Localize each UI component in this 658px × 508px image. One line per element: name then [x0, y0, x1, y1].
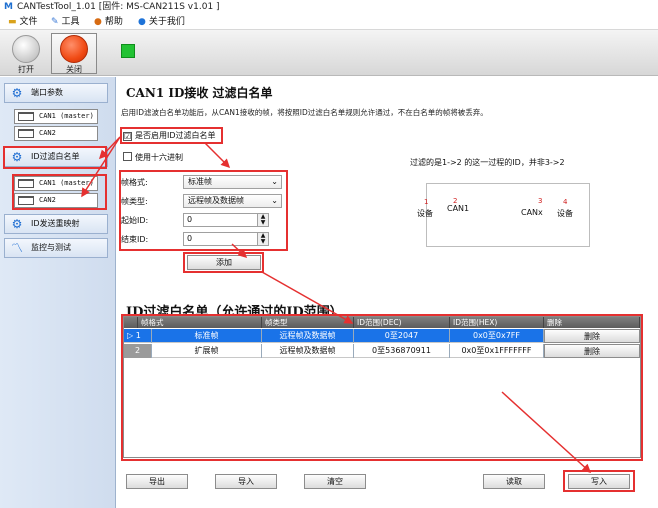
- menu-file[interactable]: ▬ 文件: [8, 14, 38, 30]
- add-button[interactable]: 添加: [187, 255, 261, 270]
- end-id-spinner[interactable]: 0 ▲ ▼: [183, 232, 269, 246]
- frame-format-select[interactable]: 标准帧 ⌄: [183, 175, 282, 189]
- menu-tools[interactable]: ✎ 工具: [51, 14, 80, 30]
- start-id-spinner[interactable]: 0 ▲ ▼: [183, 213, 269, 227]
- app-logo: M: [4, 2, 13, 12]
- menu-help[interactable]: ● 帮助: [94, 14, 123, 30]
- column-header-delete: 删除: [544, 317, 640, 328]
- sidebar-subitem-can1-master-filter[interactable]: CAN1 (master): [14, 176, 98, 191]
- chevron-down-icon: ⌄: [271, 177, 278, 186]
- diagram-number-1: 1: [424, 198, 429, 206]
- sidebar-item-port-params[interactable]: ⚙ 端口参数: [4, 83, 108, 103]
- open-icon: [12, 35, 40, 63]
- can-flow-diagram: 1 设备 2 CAN1 3 CANx 4 设备: [417, 183, 590, 247]
- row-index: ▷ 1: [124, 329, 152, 343]
- diagram-device-left: 设备: [417, 209, 433, 218]
- read-button[interactable]: 读取: [483, 474, 545, 489]
- sidebar-subitem-can1-master[interactable]: CAN1 (master): [14, 109, 98, 124]
- frame-type-label: 帧类型:: [121, 197, 148, 206]
- diagram-caption: 过滤的是1->2 的这一过程的ID，并非3->2: [410, 158, 565, 167]
- column-header-format: 帧格式: [138, 317, 262, 328]
- window-title-bar: M CANTestTool_1.01 [固件: MS-CAN211S v1.01 …: [0, 0, 658, 14]
- checkbox-checked-icon: ☑: [123, 132, 132, 141]
- frame-format-label: 帧格式:: [121, 178, 148, 187]
- row-hex-range: 0x0至0x7FF: [450, 329, 544, 343]
- tools-icon: ✎: [51, 17, 59, 27]
- sidebar-item-id-whitelist[interactable]: ⚙ ID过滤白名单: [4, 147, 108, 167]
- export-button[interactable]: 导出: [126, 474, 188, 489]
- connection-status-indicator: [121, 44, 135, 58]
- sidebar-subitem-can2-filter[interactable]: CAN2: [14, 193, 98, 208]
- table-row[interactable]: 2 扩展帧 远程帧及数据帧 0至536870911 0x0至0x1FFFFFFF…: [124, 344, 640, 358]
- device-icon: [18, 112, 34, 121]
- enable-filter-checkbox[interactable]: ☑ 是否启用ID过滤白名单: [123, 130, 216, 142]
- chart-icon: 〽: [10, 241, 23, 255]
- row-dec-range: 0至536870911: [354, 344, 450, 358]
- page-description: 启用ID滤波白名单功能后，从CAN1接收的帧，将按照ID过滤白名单规则允许通过，…: [121, 108, 488, 117]
- frame-type-select[interactable]: 远程帧及数据帧 ⌄: [183, 194, 282, 208]
- hex-checkbox[interactable]: 使用十六进制: [123, 152, 183, 164]
- diagram-device-right: 设备: [557, 209, 573, 218]
- help-icon: ●: [94, 17, 102, 27]
- row-index: 2: [124, 344, 152, 358]
- sidebar-item-monitor[interactable]: 〽监控与测试: [4, 238, 108, 258]
- open-button[interactable]: 打开: [3, 33, 49, 74]
- device-icon: [18, 196, 34, 205]
- menu-about[interactable]: ● 关于我们: [138, 14, 185, 30]
- table-row[interactable]: ▷ 1 标准帧 远程帧及数据帧 0至2047 0x0至0x7FF 删除: [124, 329, 640, 343]
- diagram-can1: CAN1: [447, 204, 470, 213]
- column-header-hex: ID范围(HEX): [450, 317, 544, 328]
- diagram-number-3: 3: [538, 197, 543, 205]
- row-format: 标准帧: [152, 329, 262, 343]
- row-dec-range: 0至2047: [354, 329, 450, 343]
- folder-icon: ▬: [8, 17, 17, 27]
- diagram-number-4: 4: [563, 198, 568, 206]
- checkbox-unchecked-icon: [123, 152, 132, 161]
- gear-icon: ⚙: [11, 217, 23, 231]
- delete-row-button[interactable]: 删除: [544, 329, 640, 343]
- column-header-dec: ID范围(DEC): [354, 317, 450, 328]
- row-type: 远程帧及数据帧: [262, 344, 354, 358]
- gear-icon: ⚙: [11, 150, 23, 164]
- close-button[interactable]: 关闭: [51, 33, 97, 74]
- window-title: CANTestTool_1.01 [固件: MS-CAN211S v1.01 ]: [16, 2, 220, 12]
- sidebar: [0, 77, 116, 508]
- column-header-type: 帧类型: [262, 317, 354, 328]
- sidebar-subitem-can2[interactable]: CAN2: [14, 126, 98, 141]
- menu-bar: ▬ 文件 ✎ 工具 ● 帮助 ● 关于我们: [0, 14, 658, 30]
- chevron-down-icon: ⌄: [271, 196, 278, 205]
- delete-row-button[interactable]: 删除: [544, 344, 640, 358]
- row-hex-range: 0x0至0x1FFFFFFF: [450, 344, 544, 358]
- import-button[interactable]: 导入: [215, 474, 277, 489]
- device-icon: [18, 129, 34, 138]
- row-type: 远程帧及数据帧: [262, 329, 354, 343]
- write-button[interactable]: 写入: [568, 474, 630, 489]
- end-id-label: 结束ID:: [121, 235, 149, 244]
- whitelist-table: 帧格式 帧类型 ID范围(DEC) ID范围(HEX) 删除 ▷ 1 标准帧 远…: [123, 316, 641, 458]
- clear-button[interactable]: 清空: [304, 474, 366, 489]
- page-title: CAN1 ID接收 过滤白名单: [126, 86, 273, 100]
- device-icon: [18, 179, 34, 188]
- diagram-canx: CANx: [521, 208, 543, 217]
- close-icon: [60, 35, 88, 63]
- spinner-arrows-icon[interactable]: ▲ ▼: [257, 233, 268, 245]
- spinner-arrows-icon[interactable]: ▲ ▼: [257, 214, 268, 226]
- about-icon: ●: [138, 17, 146, 27]
- gear-icon: ⚙: [11, 86, 23, 100]
- start-id-label: 起始ID:: [121, 216, 149, 225]
- row-format: 扩展帧: [152, 344, 262, 358]
- table-header: 帧格式 帧类型 ID范围(DEC) ID范围(HEX) 删除: [124, 317, 640, 328]
- column-header-index: [124, 317, 138, 328]
- sidebar-item-id-remap[interactable]: ⚙ ID发送重映射: [4, 214, 108, 234]
- toolbar: 打开 关闭: [0, 30, 658, 76]
